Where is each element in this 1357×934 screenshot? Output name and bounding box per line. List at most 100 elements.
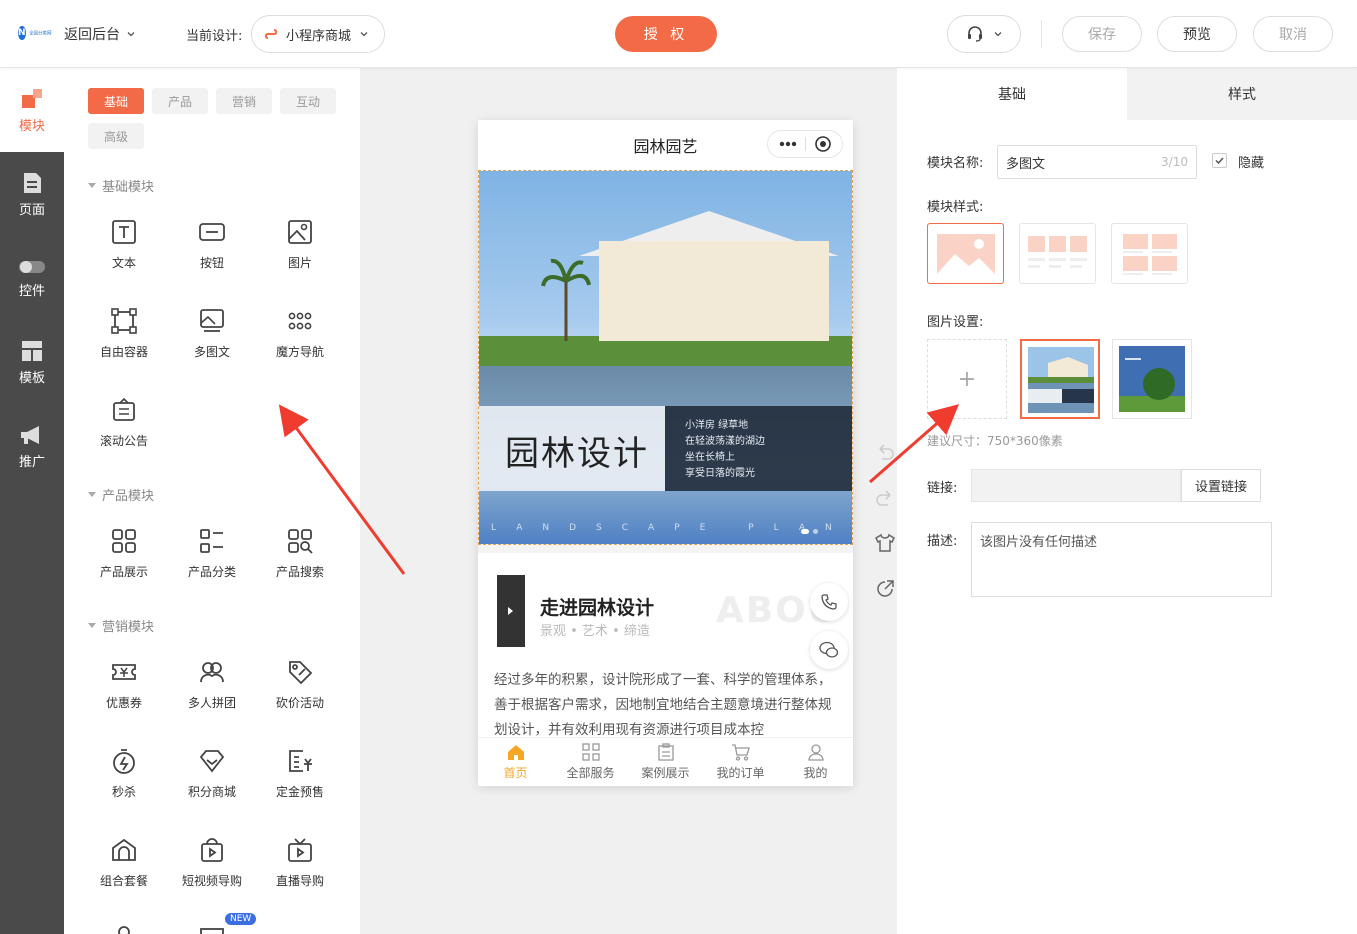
tab-interaction[interactable]: 互动 bbox=[280, 88, 336, 114]
banner-line: 坐在长椅上 bbox=[685, 452, 735, 463]
module-label: 定金预售 bbox=[275, 785, 324, 799]
style-option-3[interactable] bbox=[1111, 223, 1188, 284]
module-image[interactable]: 图片 bbox=[256, 218, 344, 288]
module-flash-sale[interactable]: 秒杀 bbox=[80, 747, 168, 817]
top-bar: N 全国分类网 返回后台 当前设计: 小程序商城 授 权 保存 预览 取消 bbox=[0, 0, 1357, 68]
back-to-admin-button[interactable]: 返回后台 bbox=[64, 24, 136, 44]
nav-item-module[interactable]: 模块 bbox=[0, 68, 64, 152]
cancel-button[interactable]: 取消 bbox=[1253, 16, 1333, 52]
module-product-display[interactable]: 产品展示 bbox=[80, 527, 168, 597]
logo-icon: N bbox=[18, 26, 26, 40]
palm-tree bbox=[541, 258, 591, 341]
redo-icon[interactable] bbox=[874, 486, 896, 508]
module-presale[interactable]: 定金预售 bbox=[256, 747, 344, 817]
module-product-search[interactable]: 产品搜索 bbox=[256, 527, 344, 597]
authorize-button[interactable]: 授 权 bbox=[615, 16, 717, 52]
tab-advanced[interactable]: 高级 bbox=[88, 123, 144, 149]
module-combo[interactable]: 组合套餐 bbox=[80, 836, 168, 906]
style-option-2[interactable] bbox=[1019, 223, 1096, 284]
play-icon bbox=[508, 607, 513, 615]
module-button[interactable]: 按钮 bbox=[168, 218, 256, 288]
phone-title: 园林园艺 bbox=[633, 137, 698, 156]
design-name: 小程序商城 bbox=[286, 28, 352, 44]
tab-basic[interactable]: 基础 bbox=[88, 88, 144, 114]
module-free-container[interactable]: 自由容器 bbox=[80, 307, 168, 377]
tab-basic-settings[interactable]: 基础 bbox=[897, 68, 1127, 120]
banner-module[interactable]: 园林设计 小洋房 绿草地 在轻波荡漾的湖边 坐在长椅上 享受日落的霞光 LAND… bbox=[478, 170, 853, 545]
save-button[interactable]: 保存 bbox=[1062, 16, 1142, 52]
about-title: 走进园林设计 bbox=[540, 597, 655, 619]
phone-call-button[interactable] bbox=[810, 583, 848, 621]
style-option-1[interactable] bbox=[927, 223, 1004, 284]
tab-product[interactable]: 产品 bbox=[152, 88, 208, 114]
nav-item-template[interactable]: 模板 bbox=[0, 320, 64, 404]
current-design-label: 当前设计: bbox=[186, 29, 243, 44]
module-text[interactable]: 文本 bbox=[80, 218, 168, 288]
tabbar-label: 首页 bbox=[503, 766, 528, 780]
set-link-button[interactable]: 设置链接 bbox=[1181, 469, 1261, 502]
nav-item-page[interactable]: 页面 bbox=[0, 152, 64, 236]
video-bag-icon bbox=[201, 838, 223, 862]
module-label: 多图文 bbox=[193, 345, 230, 359]
notice-icon bbox=[113, 397, 135, 421]
preview-button[interactable]: 预览 bbox=[1157, 16, 1237, 52]
dot[interactable] bbox=[801, 529, 809, 534]
tabbar-orders[interactable]: 我的订单 bbox=[703, 738, 778, 786]
desc-label: 描述: bbox=[927, 534, 958, 549]
tabbar-label: 全部服务 bbox=[566, 766, 615, 780]
nav-item-promote[interactable]: 推广 bbox=[0, 404, 64, 488]
wechat-icon bbox=[819, 641, 839, 658]
add-image-button[interactable]: + bbox=[927, 339, 1007, 419]
plus-icon: + bbox=[957, 366, 977, 392]
module-magic-nav[interactable]: 魔方导航 bbox=[256, 307, 344, 377]
share-icon[interactable] bbox=[874, 578, 896, 600]
desc-textarea[interactable]: 该图片没有任何描述 bbox=[971, 522, 1272, 597]
tabbar-me[interactable]: 我的 bbox=[778, 738, 853, 786]
carousel-dots[interactable] bbox=[801, 529, 818, 534]
nav-label: 页面 bbox=[18, 202, 45, 218]
module-multi-image-text[interactable]: 多图文 bbox=[168, 307, 256, 377]
section-marketing[interactable]: 营销模块 bbox=[88, 616, 154, 635]
miniprogram-capsule[interactable] bbox=[767, 130, 843, 158]
support-button[interactable] bbox=[947, 15, 1021, 53]
template-icon bbox=[22, 340, 42, 361]
chevron-down-icon bbox=[127, 32, 135, 37]
design-select[interactable]: 小程序商城 bbox=[251, 15, 385, 53]
module-points-mall[interactable]: 积分商城 bbox=[168, 747, 256, 817]
style-grid-icon bbox=[1122, 233, 1177, 275]
nav-item-control[interactable]: 控件 bbox=[0, 236, 64, 320]
wechat-button[interactable] bbox=[810, 631, 848, 669]
shirt-icon[interactable] bbox=[874, 532, 896, 554]
banner-line: 在轻波荡漾的湖边 bbox=[685, 436, 765, 447]
dot[interactable] bbox=[813, 529, 818, 534]
module-live[interactable]: 直播导购 bbox=[256, 836, 344, 906]
module-short-video[interactable]: 短视频导购 bbox=[168, 836, 256, 906]
image-thumb-2[interactable] bbox=[1112, 339, 1192, 419]
partial-module-icon bbox=[118, 926, 130, 934]
module-bargain[interactable]: 砍价活动 bbox=[256, 658, 344, 728]
image-thumb-1[interactable] bbox=[1020, 339, 1100, 419]
style-three-col-icon bbox=[1027, 235, 1087, 268]
module-label: 组合套餐 bbox=[99, 874, 148, 888]
suggest-size: 建议尺寸：750*360像素 bbox=[927, 434, 1063, 448]
new-badge: NEW bbox=[225, 913, 257, 925]
module-scroll-notice[interactable]: 滚动公告 bbox=[80, 396, 168, 466]
module-name-value: 多图文 bbox=[1006, 156, 1046, 172]
undo-icon[interactable] bbox=[874, 440, 896, 462]
hide-checkbox[interactable] bbox=[1212, 153, 1227, 168]
section-product[interactable]: 产品模块 bbox=[88, 485, 154, 504]
tabbar-home[interactable]: 首页 bbox=[478, 738, 553, 786]
link-input[interactable] bbox=[971, 469, 1181, 502]
house bbox=[599, 241, 829, 341]
module-label: 多人拼团 bbox=[187, 696, 236, 710]
module-group-buy[interactable]: 多人拼团 bbox=[168, 658, 256, 728]
module-name-input[interactable]: 多图文 3/10 bbox=[997, 145, 1197, 179]
tabbar-cases[interactable]: 案例展示 bbox=[628, 738, 703, 786]
tab-style-settings[interactable]: 样式 bbox=[1127, 68, 1357, 120]
module-label: 自由容器 bbox=[99, 345, 148, 359]
tabbar-services[interactable]: 全部服务 bbox=[553, 738, 628, 786]
tab-marketing[interactable]: 营销 bbox=[216, 88, 272, 114]
module-product-category[interactable]: 产品分类 bbox=[168, 527, 256, 597]
module-coupon[interactable]: 优惠券 bbox=[80, 658, 168, 728]
section-basic[interactable]: 基础模块 bbox=[88, 176, 154, 195]
